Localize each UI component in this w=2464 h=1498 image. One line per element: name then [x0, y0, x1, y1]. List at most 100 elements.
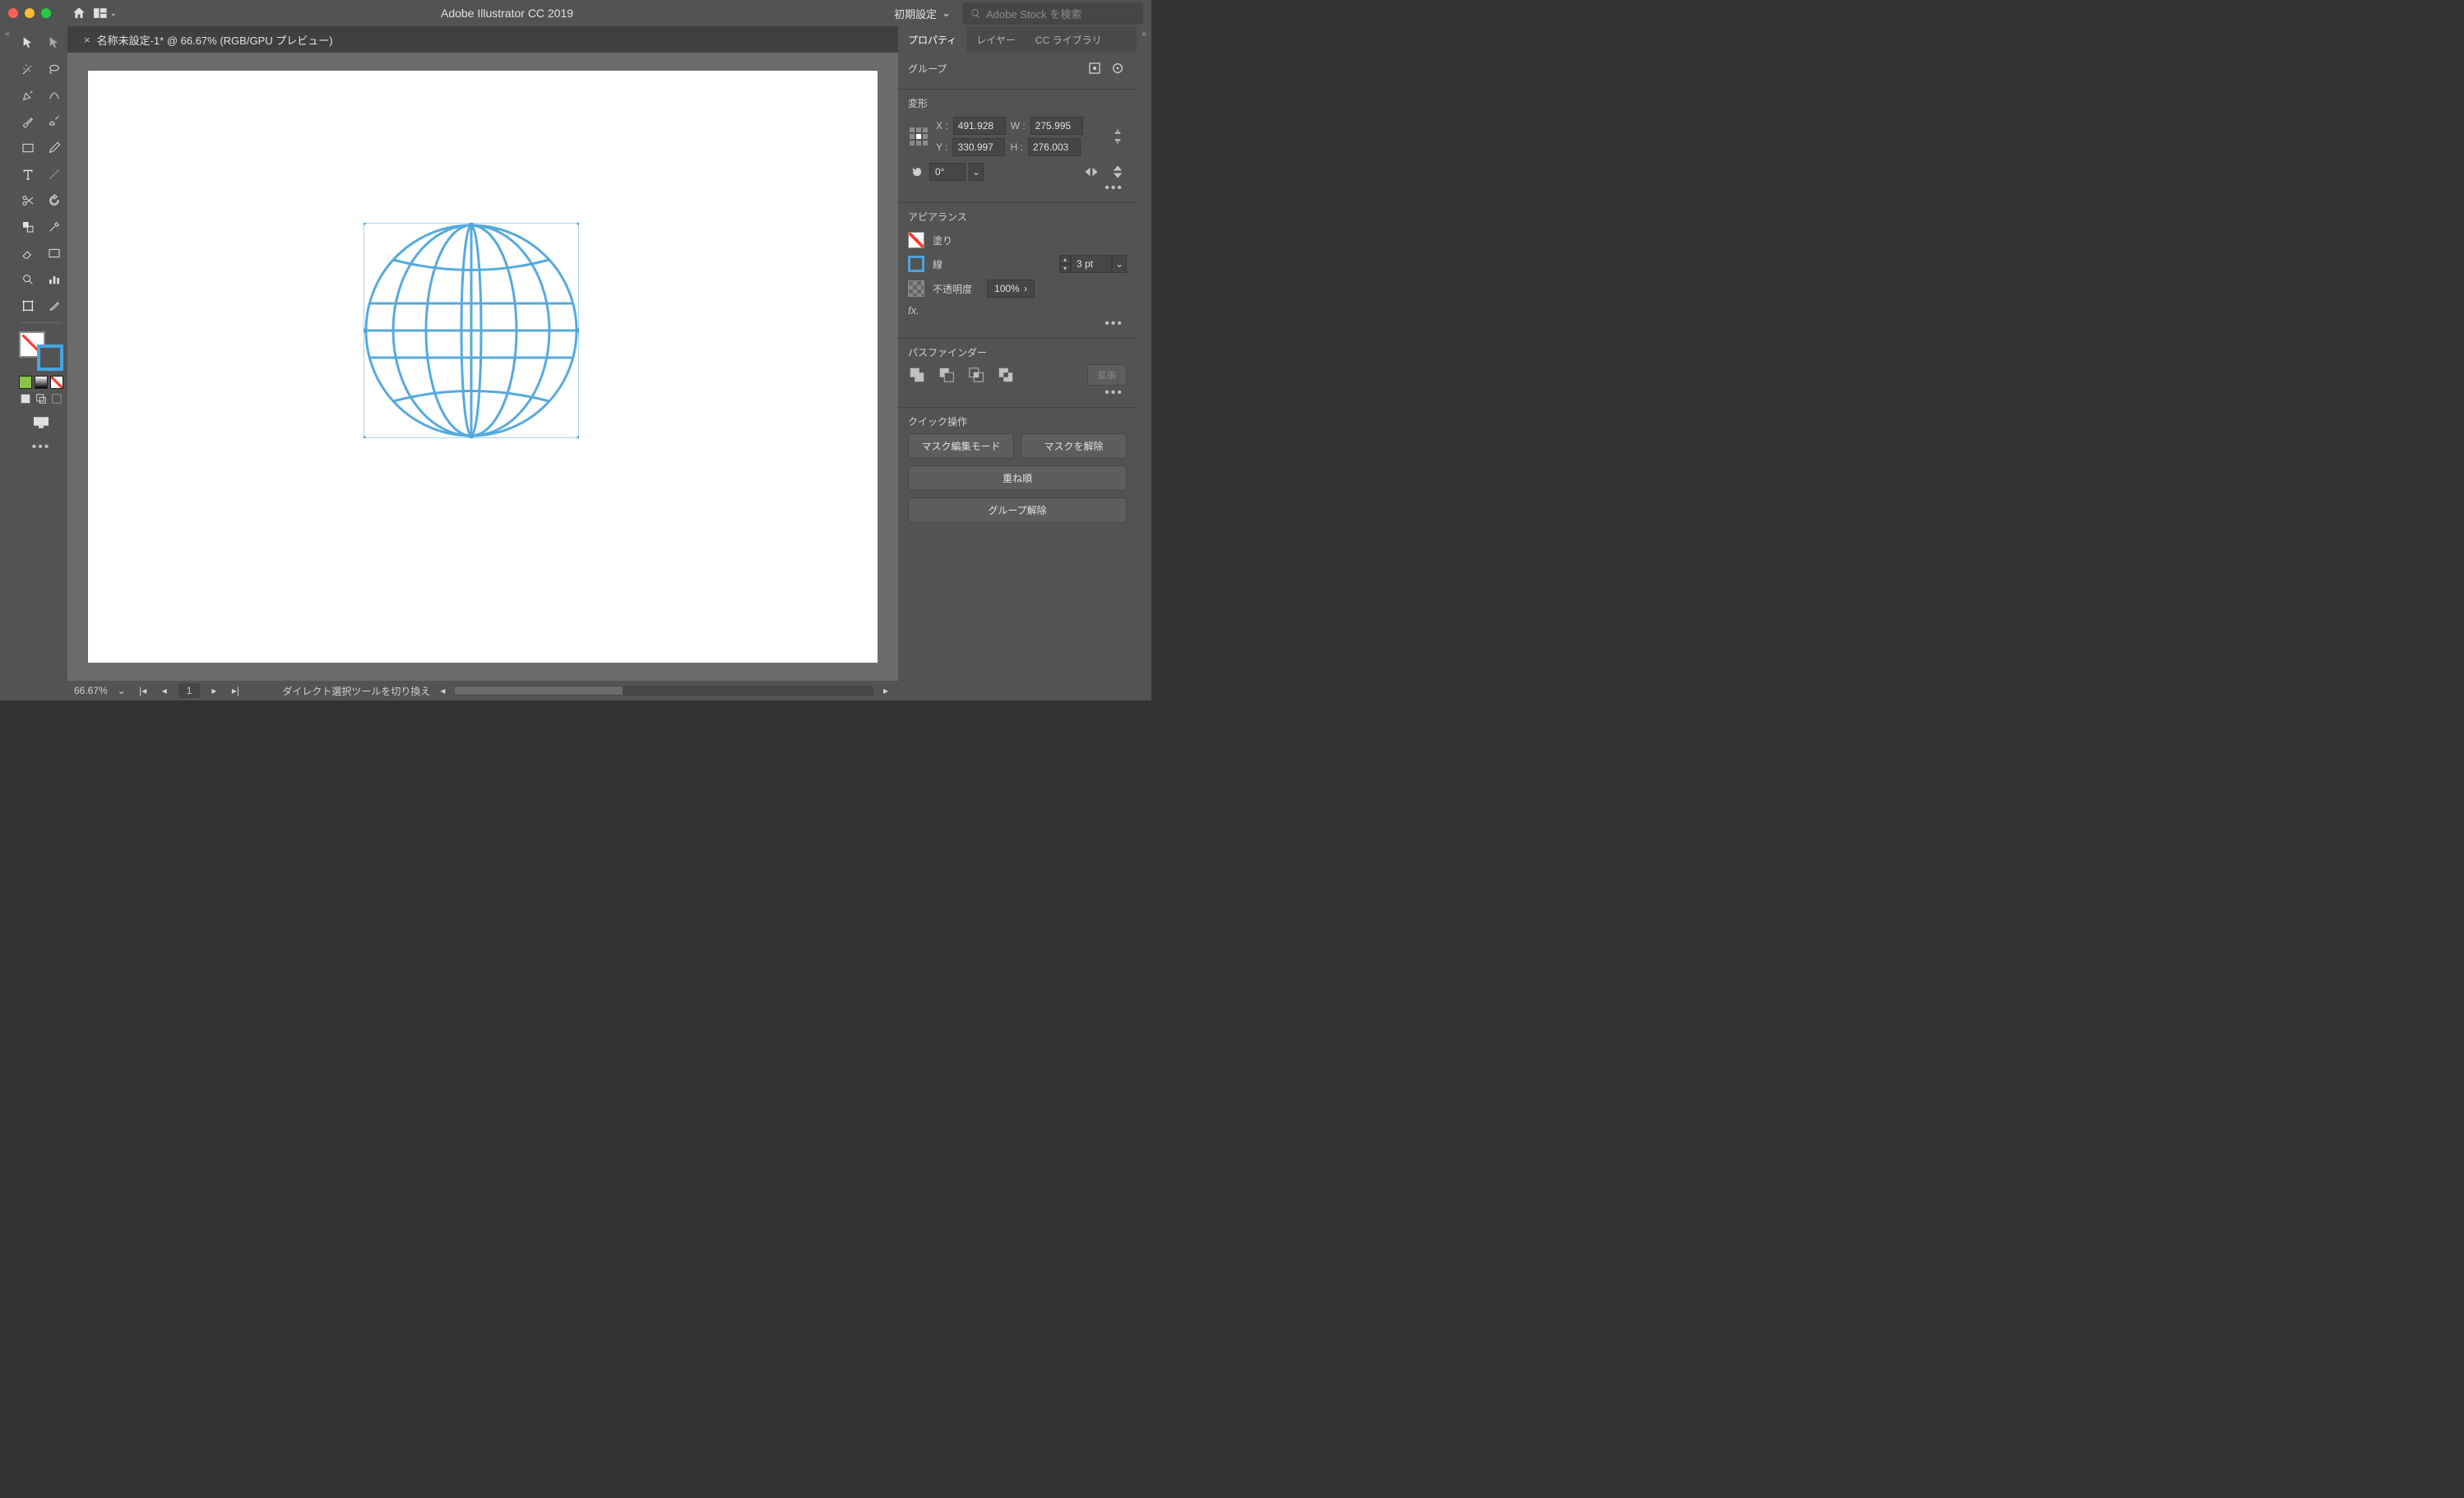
curvature-tool[interactable] — [43, 84, 66, 107]
draw-behind[interactable] — [35, 392, 48, 405]
flip-vertical-button[interactable] — [1109, 163, 1127, 181]
color-mode-gradient[interactable] — [35, 376, 48, 389]
opacity-swatch[interactable] — [908, 280, 924, 297]
rotate-dropdown[interactable]: ⌄ — [969, 163, 984, 181]
selection-tool[interactable] — [16, 31, 39, 54]
slice-tool[interactable] — [43, 294, 66, 317]
scroll-left-button[interactable]: ◂ — [437, 685, 448, 696]
isolate-group-button[interactable] — [1086, 59, 1104, 77]
opacity-input[interactable]: 100%› — [987, 280, 1035, 298]
tab-layers[interactable]: レイヤー — [966, 26, 1026, 53]
stroke-label: 線 — [933, 257, 943, 271]
home-button[interactable] — [67, 2, 90, 25]
transform-more-button[interactable]: ••• — [908, 181, 1127, 196]
edit-toolbar-button[interactable]: ••• — [32, 440, 51, 455]
workspace-label: 初期設定 — [894, 6, 937, 21]
document-tab-title: 名称未設定-1* @ 66.67% (RGB/GPU プレビュー) — [97, 32, 333, 48]
draw-inside[interactable] — [50, 392, 63, 405]
canvas[interactable] — [67, 53, 898, 681]
pathfinder-exclude[interactable] — [997, 366, 1015, 384]
type-tool[interactable] — [16, 163, 39, 186]
stroke-weight-up[interactable]: ▴ — [1059, 255, 1071, 264]
window-zoom[interactable] — [41, 8, 51, 18]
collapse-right-handle[interactable]: » — [1137, 26, 1151, 700]
color-mode-solid[interactable] — [19, 376, 32, 389]
tab-cc-libraries[interactable]: CC ライブラリ — [1026, 26, 1112, 53]
lasso-tool[interactable] — [43, 58, 66, 81]
fill-stroke-indicator[interactable] — [19, 331, 63, 371]
reference-point-selector[interactable] — [908, 126, 929, 147]
draw-normal[interactable] — [19, 392, 32, 405]
blob-brush-tool[interactable] — [43, 110, 66, 133]
pathfinder-minus-front[interactable] — [938, 366, 956, 384]
direct-selection-tool[interactable] — [43, 31, 66, 54]
rotate-input[interactable] — [929, 163, 966, 181]
app-title: Adobe Illustrator CC 2019 — [120, 7, 894, 20]
selection-type-label: グループ — [908, 62, 947, 76]
window-close[interactable] — [8, 8, 18, 18]
pen-tool[interactable] — [16, 84, 39, 107]
h-input[interactable] — [1028, 138, 1081, 156]
close-tab-icon[interactable]: × — [84, 34, 90, 46]
artboard-number[interactable]: 1 — [178, 683, 201, 698]
fx-button[interactable]: fx. — [908, 304, 1127, 317]
rotate-icon — [908, 163, 926, 181]
prev-artboard-button[interactable]: ◂ — [157, 683, 172, 698]
eraser-tool[interactable] — [16, 242, 39, 265]
artboard[interactable] — [88, 71, 878, 663]
pathfinder-expand-button[interactable]: 拡張 — [1087, 364, 1127, 386]
w-input[interactable] — [1031, 117, 1083, 135]
workspace-switcher[interactable]: 初期設定 ⌄ — [894, 6, 951, 21]
stroke-weight-down[interactable]: ▾ — [1059, 264, 1071, 273]
stock-search-input[interactable]: Adobe Stock を検索 — [962, 2, 1143, 25]
y-input[interactable] — [952, 138, 1005, 156]
last-artboard-button[interactable]: ▸| — [228, 683, 243, 698]
arrange-button[interactable]: 重ね順 — [908, 465, 1127, 491]
zoom-tool[interactable] — [16, 268, 39, 291]
magic-wand-tool[interactable] — [16, 58, 39, 81]
stroke-swatch[interactable] — [37, 344, 63, 371]
zoom-dropdown[interactable]: ⌄ — [114, 683, 129, 698]
pencil-tool[interactable] — [43, 136, 66, 160]
column-graph-tool[interactable] — [43, 268, 66, 291]
gradient-tool[interactable] — [43, 242, 66, 265]
line-segment-tool[interactable] — [43, 163, 66, 186]
window-minimize[interactable] — [25, 8, 35, 18]
stroke-color-swatch[interactable] — [908, 256, 924, 272]
ungroup-button[interactable]: グループ解除 — [908, 497, 1127, 523]
mask-edit-mode-button[interactable]: マスク編集モード — [908, 433, 1014, 459]
document-tab[interactable]: × 名称未設定-1* @ 66.67% (RGB/GPU プレビュー) — [76, 32, 341, 48]
flip-horizontal-button[interactable] — [1082, 163, 1100, 181]
fill-label: 塗り — [933, 233, 952, 247]
arrange-documents-button[interactable]: ⌄ — [94, 2, 117, 25]
scroll-right-button[interactable]: ▸ — [880, 685, 892, 696]
next-artboard-button[interactable]: ▸ — [206, 683, 221, 698]
edit-contents-button[interactable] — [1109, 59, 1127, 77]
artboard-tool[interactable] — [16, 294, 39, 317]
first-artboard-button[interactable]: |◂ — [136, 683, 151, 698]
tab-properties[interactable]: プロパティ — [898, 26, 966, 53]
appearance-more-button[interactable]: ••• — [908, 317, 1127, 331]
fill-color-swatch[interactable] — [908, 232, 924, 248]
collapse-left-handle[interactable]: « — [0, 26, 15, 700]
constrain-proportions-button[interactable] — [1109, 127, 1127, 146]
shape-builder-tool[interactable] — [16, 215, 39, 238]
horizontal-scrollbar[interactable] — [455, 686, 873, 696]
x-label: X : — [936, 120, 948, 132]
pathfinder-unite[interactable] — [908, 366, 926, 384]
globe-artwork[interactable] — [364, 223, 579, 438]
screen-mode-button[interactable] — [30, 414, 53, 432]
paintbrush-tool[interactable] — [16, 110, 39, 133]
x-input[interactable] — [953, 117, 1006, 135]
stroke-weight-input[interactable] — [1071, 255, 1112, 273]
release-mask-button[interactable]: マスクを解除 — [1021, 433, 1127, 459]
rectangle-tool[interactable] — [16, 136, 39, 160]
color-mode-none[interactable] — [50, 376, 63, 389]
zoom-level[interactable]: 66.67% — [74, 685, 108, 696]
scissors-tool[interactable] — [16, 189, 39, 212]
eyedropper-tool[interactable] — [43, 215, 66, 238]
pathfinder-more-button[interactable]: ••• — [908, 386, 1127, 400]
pathfinder-intersect[interactable] — [967, 366, 985, 384]
rotate-tool[interactable] — [43, 189, 66, 212]
stroke-weight-dropdown[interactable]: ⌄ — [1112, 255, 1127, 273]
